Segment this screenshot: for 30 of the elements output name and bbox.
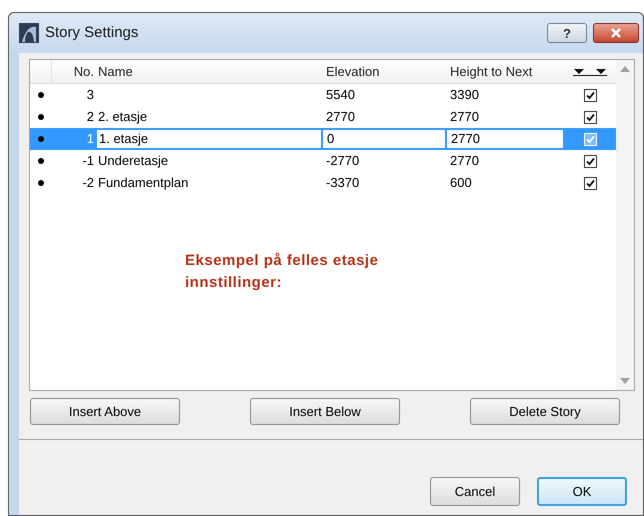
- dialog-button[interactable]: OK: [537, 477, 627, 506]
- action-button[interactable]: Insert Above: [30, 398, 180, 425]
- story-name: Underetasje: [98, 152, 168, 170]
- story-number: 2: [86, 108, 95, 126]
- help-button[interactable]: ?: [547, 23, 587, 43]
- action-button[interactable]: Insert Below: [250, 398, 400, 425]
- column-header[interactable]: Name: [96, 60, 322, 83]
- story-number: -1: [81, 152, 95, 170]
- dialog-button[interactable]: Cancel: [430, 477, 520, 506]
- story-number: -2: [81, 174, 95, 192]
- story-number: 1: [86, 130, 95, 148]
- height-value: 600: [450, 174, 472, 192]
- note-text: Eksempel på felles etasje innstillinger:: [185, 251, 380, 293]
- height-value: 2770: [450, 108, 479, 126]
- story-name: 2. etasje: [98, 108, 148, 126]
- action-button[interactable]: Delete Story: [470, 398, 620, 425]
- column-header[interactable]: No.: [52, 60, 96, 83]
- story-row[interactable]: 1 1. etasje 0 2770: [30, 128, 616, 150]
- elevation-value: -2770: [326, 152, 360, 170]
- story-name: Fundamentplan: [98, 174, 188, 192]
- elevation-value: 2770: [326, 108, 355, 126]
- height-value: 3390: [450, 86, 479, 104]
- elevation-value: 5540: [326, 86, 355, 104]
- column-header[interactable]: Elevation: [322, 60, 446, 83]
- window-title: Story Settings: [45, 22, 138, 43]
- elevation-value: -3370: [326, 174, 360, 192]
- column-header[interactable]: Height to Next: [446, 60, 564, 83]
- height-value: 2770: [450, 152, 479, 170]
- story-number: 3: [86, 86, 95, 104]
- elevation-value[interactable]: 0: [327, 129, 334, 149]
